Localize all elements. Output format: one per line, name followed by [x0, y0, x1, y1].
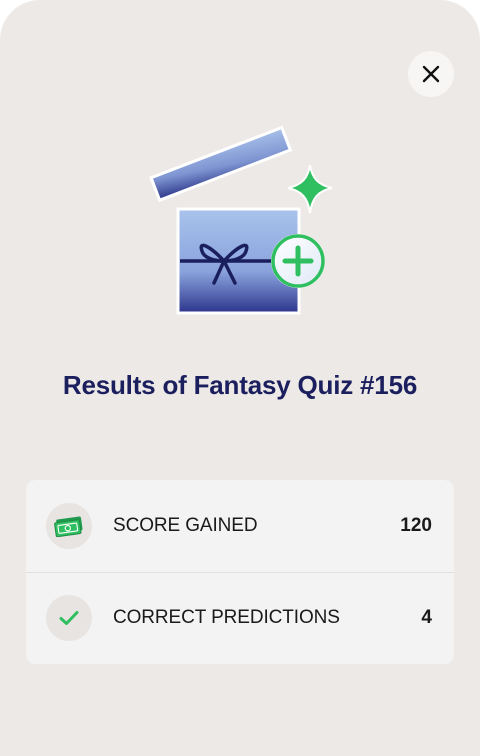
gift-box-plus-icon: [149, 125, 333, 315]
stat-label: SCORE GAINED: [113, 515, 258, 536]
close-button[interactable]: [408, 51, 454, 97]
list-item-correct-predictions: CORRECT PREDICTIONS 4: [26, 572, 454, 664]
row-icon-badge: [46, 595, 92, 641]
stat-label: CORRECT PREDICTIONS: [113, 607, 340, 628]
stat-value: 120: [400, 515, 432, 536]
list-item-score-gained: SCORE GAINED 120: [26, 480, 454, 572]
results-card: SCORE GAINED 120 CORRECT PREDICTIONS 4: [26, 480, 454, 664]
dialog-title: Results of Fantasy Quiz #156: [62, 370, 418, 400]
cash-icon: [54, 516, 83, 537]
close-icon: [422, 65, 440, 83]
stat-value: 4: [421, 607, 432, 628]
results-dialog: Results of Fantasy Quiz #156 SCORE GAINE…: [0, 0, 480, 756]
checkmark-icon: [59, 611, 79, 625]
row-icon-badge: [46, 503, 92, 549]
